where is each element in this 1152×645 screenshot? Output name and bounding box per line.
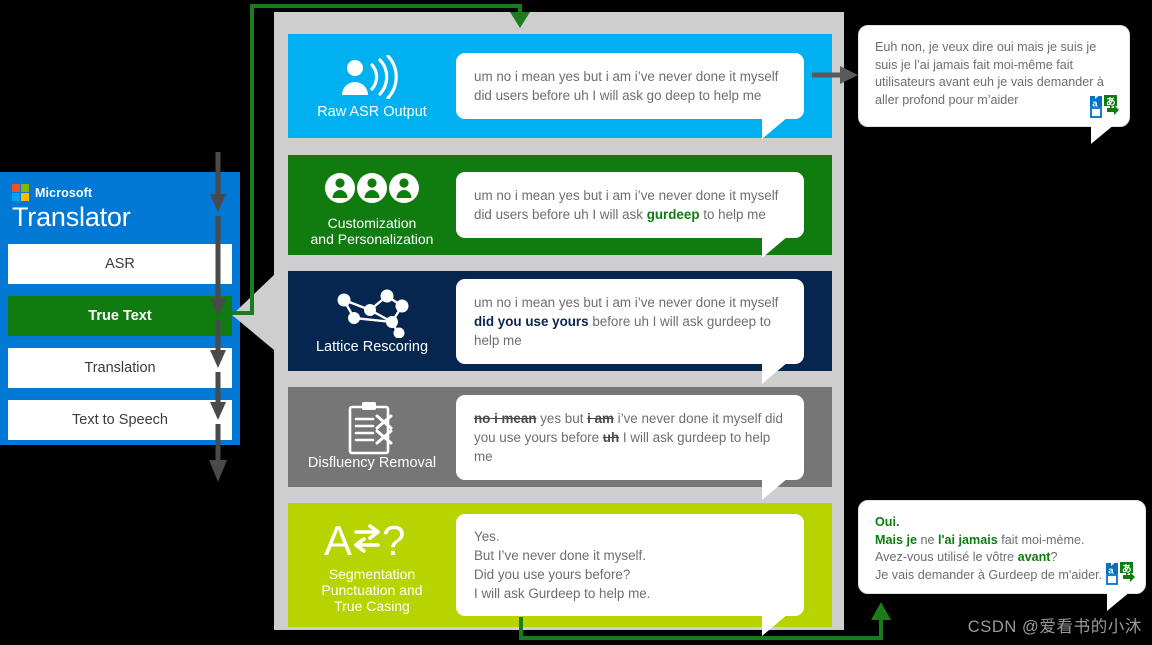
stage-text-bubble: um no i mean yes but i am i’ve never don…	[456, 278, 804, 384]
microsoft-translator-icon: a あ	[1089, 94, 1119, 120]
sidebar-item-true-text[interactable]: True Text	[8, 296, 232, 336]
sidebar-item-label: ASR	[105, 256, 135, 272]
stage-icon-column: Disfluency Removal	[288, 401, 456, 471]
green-arrow-up-head	[871, 602, 891, 620]
stage-text-bubble: no i mean yes but i am i’ve never done i…	[456, 394, 804, 500]
translator-sidebar: Microsoft Translator ASR True Text Trans…	[0, 172, 240, 445]
clipboard-strikeout-icon	[346, 401, 398, 454]
stage-card-disfluency-removal: Disfluency Removal no i mean yes but i a…	[288, 387, 832, 500]
page-title: Translator	[12, 202, 131, 232]
microsoft-wordmark: Microsoft	[35, 185, 93, 200]
stage-icon-column: Customization and Personalization	[288, 164, 456, 247]
stage-text-bubble: um no i mean yes but i am i’ve never don…	[456, 172, 804, 258]
translation-bubble-raw: Euh non, je veux dire oui mais je suis j…	[858, 25, 1130, 144]
speaker-person-icon	[339, 53, 405, 101]
sidebar-item-text-to-speech[interactable]: Text to Speech	[8, 400, 232, 440]
stage-label: Disfluency Removal	[307, 454, 437, 471]
stage-text-bubble: Yes. But I’ve never done it myself. Did yo…	[456, 514, 804, 636]
microsoft-brand: Microsoft	[12, 184, 92, 201]
stage-card-raw-asr-output: Raw ASR Output um no i mean yes but i am…	[288, 34, 832, 139]
stage-icon-column: A ? Segmentation Punctuation and True Ca…	[288, 517, 456, 614]
stage-label-line: True Casing	[334, 597, 410, 614]
pipeline-panel: Raw ASR Output um no i mean yes but i am…	[274, 12, 844, 636]
microsoft-translator-icon: a あ	[1105, 561, 1135, 587]
three-people-icon	[324, 164, 420, 212]
stage-card-lattice-rescoring: Lattice Rescoring um no i mean yes but i…	[288, 271, 832, 384]
sidebar-item-asr[interactable]: ASR	[8, 244, 232, 284]
a-swap-question-icon: A ?	[322, 517, 422, 563]
stage-icon-column: Raw ASR Output	[288, 53, 456, 120]
sidebar-item-label: Translation	[84, 360, 156, 376]
sidebar-item-label: True Text	[88, 308, 152, 324]
stage-label: Raw ASR Output	[317, 103, 427, 120]
stage-text-bubble: um no i mean yes but i am i’ve never don…	[456, 53, 804, 139]
svg-text:?: ?	[382, 517, 405, 563]
microsoft-logo-icon	[12, 184, 29, 201]
svg-text:A: A	[324, 517, 352, 563]
stage-label: Customization and Personalization	[311, 215, 434, 247]
watermark-text: CSDN @爱看书的小沐	[967, 618, 1142, 636]
stage-label-line: Punctuation and	[321, 581, 423, 598]
sidebar-item-translation[interactable]: Translation	[8, 348, 232, 388]
network-lattice-icon	[332, 288, 412, 338]
sidebar-item-label: Text to Speech	[72, 412, 168, 428]
stage-card-customization: Customization and Personalization um no …	[288, 155, 832, 258]
stage-label-line: Customization	[327, 214, 417, 231]
stage-label: Lattice Rescoring	[315, 338, 429, 355]
translation-text: Euh non, je veux dire oui mais je suis j…	[875, 40, 1104, 107]
translation-text: Oui. Mais je ne l'ai jamais fait moi-mème…	[875, 515, 1103, 582]
stage-icon-column: Lattice Rescoring	[288, 288, 456, 355]
stage-card-segmentation: A ? Segmentation Punctuation and True Ca…	[288, 503, 832, 636]
stage-label-line: and Personalization	[310, 230, 434, 247]
stage-label: Segmentation Punctuation and True Casing	[321, 566, 422, 614]
translation-bubble-truetext: Oui. Mais je ne l'ai jamais fait moi-mème…	[858, 500, 1146, 611]
stage-label-line: Segmentation	[328, 565, 416, 582]
